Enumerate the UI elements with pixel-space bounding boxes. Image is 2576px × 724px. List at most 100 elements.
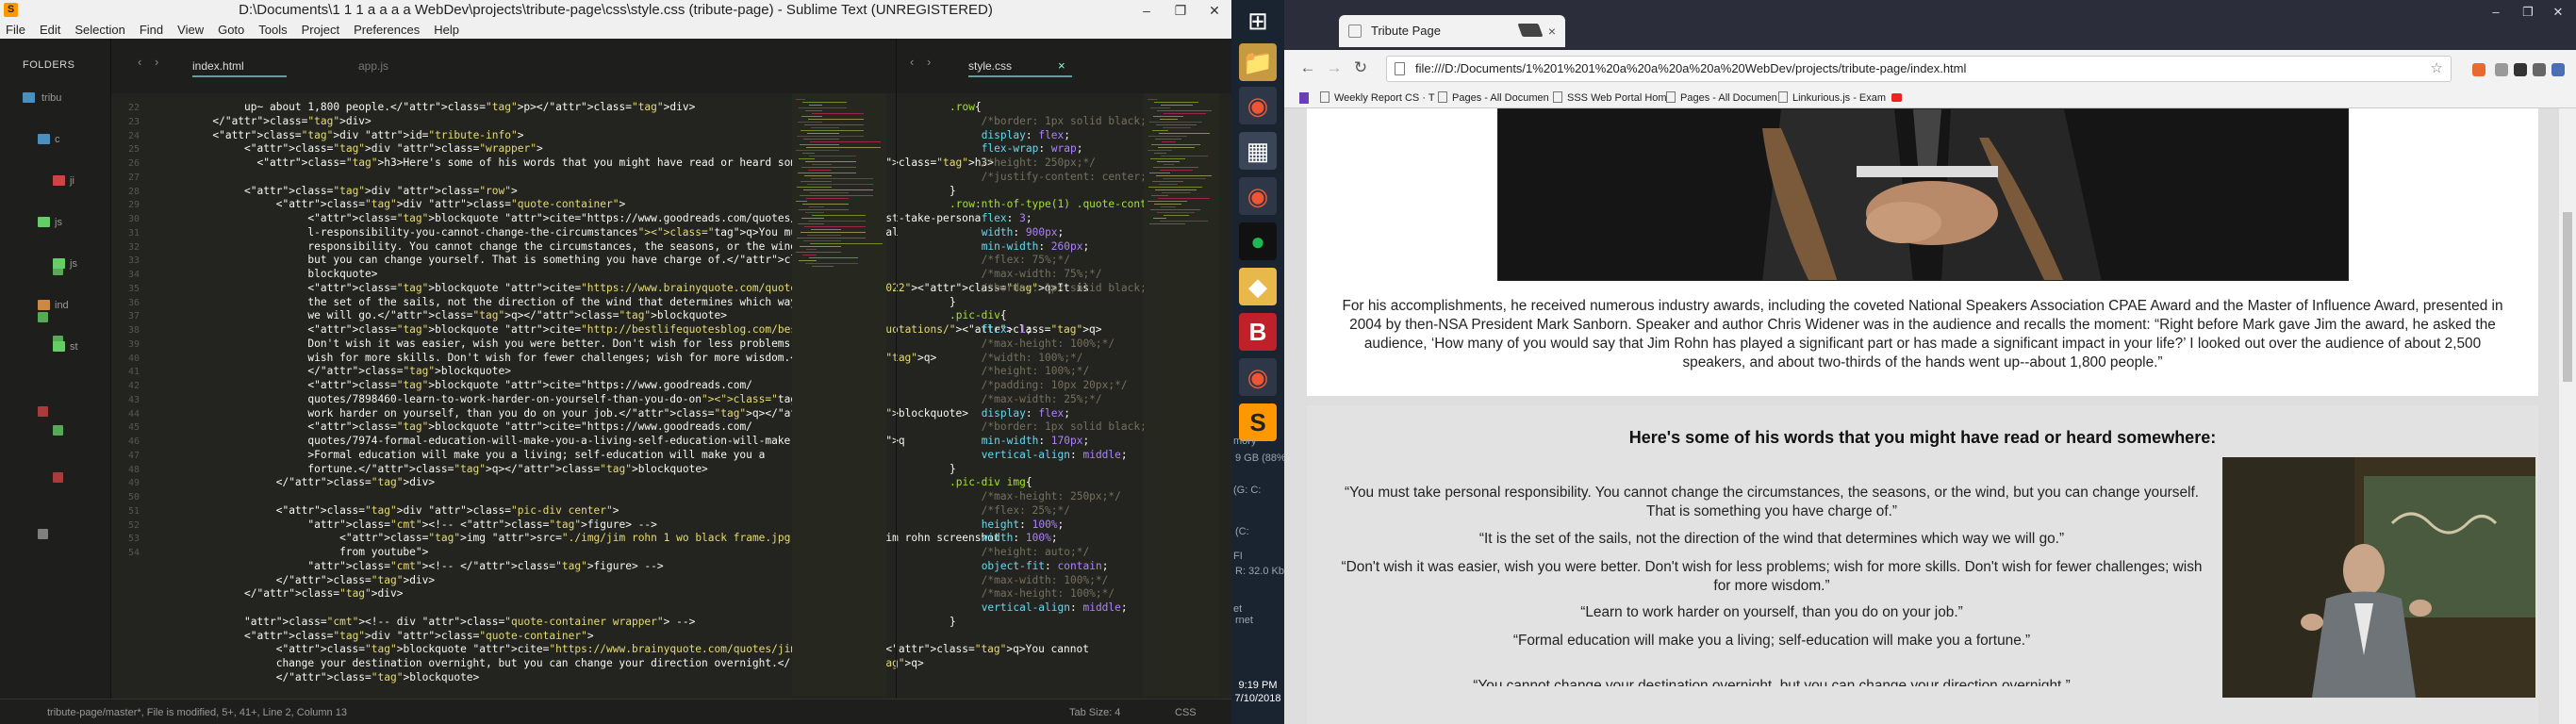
menu-item[interactable]: Edit xyxy=(40,21,60,39)
spotify-taskbar-button[interactable]: ● xyxy=(1239,222,1277,260)
app-taskbar-button[interactable]: ▦ xyxy=(1239,132,1277,170)
start-button[interactable]: ⊞ xyxy=(1239,2,1277,40)
folder-icon: 📁 xyxy=(1242,48,1274,76)
extension-icon-5[interactable] xyxy=(2551,63,2565,76)
minimap-line xyxy=(1152,181,1183,182)
youtube-icon[interactable] xyxy=(1891,93,1902,102)
tab-style-css[interactable]: style.css × xyxy=(968,55,1072,77)
menu-item[interactable]: View xyxy=(177,21,204,39)
line-number: 40 xyxy=(127,353,140,364)
bookmark-item[interactable]: Weekly Report CS · T xyxy=(1320,88,1435,108)
tab-app-js[interactable]: app.js xyxy=(358,55,453,77)
extension-icon-4[interactable] xyxy=(2533,63,2546,76)
status-syntax[interactable]: CSS xyxy=(1175,707,1197,718)
line-number: 22 xyxy=(127,103,140,113)
chrome-taskbar-button-2[interactable]: ◉ xyxy=(1239,177,1277,215)
menu-item[interactable]: Goto xyxy=(218,21,244,39)
chevron-left-icon[interactable]: ‹ xyxy=(910,55,914,69)
menu-item[interactable]: Find xyxy=(140,21,163,39)
minimap-line xyxy=(1158,147,1195,148)
file-icon[interactable] xyxy=(38,312,48,322)
close-icon[interactable]: ✕ xyxy=(1197,0,1231,21)
chevron-right-icon[interactable]: › xyxy=(927,55,931,69)
bookmark-item[interactable]: Pages - All Documen xyxy=(1666,88,1777,108)
restore-icon[interactable]: ❐ xyxy=(2514,4,2542,21)
bio-paragraph: For his accomplishments, he received num… xyxy=(1342,298,2503,370)
minimap-line xyxy=(1155,189,1197,190)
status-tabsize[interactable]: Tab Size: 4 xyxy=(1069,707,1120,718)
page-viewport: For his accomplishments, he received num… xyxy=(1284,108,2559,724)
menu-item[interactable]: File xyxy=(6,21,25,39)
page-scrollbar[interactable] xyxy=(2559,108,2576,724)
tab-title: Tribute Page xyxy=(1371,24,1441,38)
sidebar-entry[interactable]: ji xyxy=(0,171,111,195)
scrollbar-thumb[interactable] xyxy=(2563,212,2572,382)
menu-item[interactable]: Selection xyxy=(74,21,124,39)
apps-icon[interactable] xyxy=(1299,92,1309,104)
file-icon[interactable] xyxy=(53,336,63,346)
back-icon[interactable]: ← xyxy=(1297,58,1318,77)
restore-icon[interactable]: ❐ xyxy=(1164,0,1197,21)
minimap-line xyxy=(804,226,866,227)
app-taskbar-button-2[interactable]: ◆ xyxy=(1239,268,1277,305)
minimap-css[interactable] xyxy=(1144,93,1219,697)
address-bar[interactable]: file:///D:/Documents/1%201%201%20a%20a%2… xyxy=(1386,56,2452,82)
minimap-line xyxy=(804,175,832,176)
menu-item[interactable]: Tools xyxy=(258,21,287,39)
line-number: 49 xyxy=(127,478,140,489)
forward-icon[interactable]: → xyxy=(1324,58,1345,77)
bookmark-star-icon[interactable]: ☆ xyxy=(2431,57,2443,81)
minimap-line xyxy=(1160,221,1208,222)
extension-icon-3[interactable] xyxy=(2514,63,2527,76)
reload-icon[interactable]: ↻ xyxy=(1350,58,1371,77)
line-number: 39 xyxy=(127,338,140,350)
sidebar-entry[interactable]: c xyxy=(0,129,111,154)
file-icon[interactable] xyxy=(38,406,48,417)
file-icon[interactable] xyxy=(53,472,63,483)
minimap-line xyxy=(1154,153,1166,154)
quote-item: “You must take personal responsibility. … xyxy=(1344,485,2200,519)
chrome-taskbar-button-3[interactable]: ◉ xyxy=(1239,358,1277,396)
quote-item: “Formal education will make you a living… xyxy=(1512,633,2031,649)
chrome-taskbar-button[interactable]: ◉ xyxy=(1239,87,1277,124)
minimap-line xyxy=(811,229,841,230)
sidebar-entry[interactable]: js xyxy=(0,212,111,237)
file-explorer-button[interactable]: 📁 xyxy=(1239,43,1277,81)
close-icon[interactable]: ✕ xyxy=(2544,4,2572,21)
bookmark-item[interactable]: Pages - All Documen xyxy=(1438,88,1549,108)
minimap-line xyxy=(1153,218,1166,219)
menu-item[interactable]: Help xyxy=(434,21,459,39)
taskbar-clock[interactable]: 9:19 PM 7/10/2018 xyxy=(1231,679,1284,705)
minimize-icon[interactable]: – xyxy=(2482,4,2510,21)
new-tab-button[interactable] xyxy=(1517,24,1544,37)
bookmark-item[interactable]: Linkurious.js - Exam xyxy=(1778,88,1886,108)
minimap-line xyxy=(1163,178,1206,179)
minimap-line xyxy=(803,240,841,241)
tab-label: app.js xyxy=(358,59,389,73)
file-icon[interactable] xyxy=(53,265,63,275)
sidebar-entry[interactable]: tribu xyxy=(0,88,111,112)
bookmark-item[interactable]: SSS Web Portal Hom xyxy=(1553,88,1667,108)
tab-index-html[interactable]: index.html xyxy=(192,55,287,77)
minimap-html[interactable] xyxy=(792,93,886,697)
file-icon[interactable] xyxy=(53,425,63,436)
minimize-icon[interactable]: – xyxy=(1130,0,1164,21)
minimap-line xyxy=(1148,150,1172,151)
minimap-line xyxy=(1163,127,1191,128)
minimap-line xyxy=(811,178,873,179)
minimap-line xyxy=(796,201,807,202)
b-letter-icon: B xyxy=(1248,318,1267,346)
sidebar-entry[interactable]: ind xyxy=(0,295,111,320)
extension-icon-2[interactable] xyxy=(2495,63,2508,76)
file-icon[interactable] xyxy=(38,529,48,539)
chevron-right-icon[interactable]: › xyxy=(155,55,158,69)
quote-item: “Learn to work harder on yourself, than … xyxy=(1580,604,1963,620)
menu-item[interactable]: Preferences xyxy=(354,21,420,39)
app-taskbar-button-3[interactable]: B xyxy=(1239,313,1277,351)
close-tab-icon[interactable]: × xyxy=(1548,15,1556,47)
sublime-titlebar: S D:\Documents\1 1 1 a a a a WebDev\proj… xyxy=(0,0,1231,21)
extension-icon-1[interactable] xyxy=(2472,63,2485,76)
close-tab-icon[interactable]: × xyxy=(1058,55,1065,77)
minimap-line xyxy=(1153,116,1183,117)
menu-item[interactable]: Project xyxy=(302,21,339,39)
